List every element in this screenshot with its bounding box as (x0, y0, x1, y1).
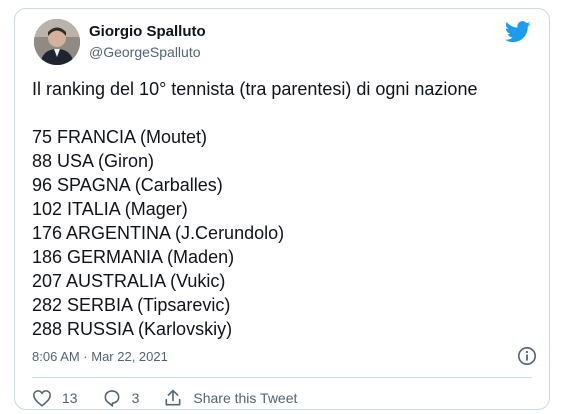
ranking-line: 186 GERMANIA (Maden) (32, 247, 235, 267)
twitter-bird-icon[interactable] (504, 21, 531, 43)
ranking-line: 75 FRANCIA (Moutet) (32, 127, 208, 147)
share-icon (165, 389, 181, 406)
reply-count: 3 (131, 390, 140, 406)
like-count: 13 (62, 390, 78, 406)
author-name[interactable]: Giorgio Spalluto (89, 23, 206, 40)
ranking-line: 207 AUSTRALIA (Vukic) (32, 271, 226, 291)
share-button[interactable]: Share this Tweet (163, 388, 297, 408)
action-bar: 13 3 Share this Tweet (32, 385, 321, 411)
tweet-card[interactable]: Giorgio Spalluto @GeorgeSpalluto Il rank… (14, 8, 550, 410)
reply-icon (104, 390, 120, 407)
reply-button[interactable]: 3 (102, 388, 140, 408)
info-icon[interactable] (517, 346, 537, 366)
ranking-line: 102 ITALIA (Mager) (32, 199, 188, 219)
ranking-line: 288 RUSSIA (Karlovskiy) (32, 319, 233, 339)
timestamp[interactable]: 8:06 AM · Mar 22, 2021 (32, 349, 168, 364)
ranking-line: 176 ARGENTINA (J.Cerundolo) (32, 223, 285, 243)
tweet-intro: Il ranking del 10° tennista (tra parente… (32, 79, 478, 99)
heart-icon (33, 390, 51, 407)
avatar[interactable] (34, 19, 80, 65)
share-label: Share this Tweet (193, 390, 298, 406)
ranking-line: 282 SERBIA (Tipsarevic) (32, 295, 231, 315)
like-button[interactable]: 13 (32, 389, 78, 407)
tweet-text: Il ranking del 10° tennista (tra parente… (32, 77, 532, 341)
divider (32, 377, 532, 378)
author-handle[interactable]: @GeorgeSpalluto (89, 44, 201, 60)
ranking-line: 88 USA (Giron) (32, 151, 155, 171)
ranking-line: 96 SPAGNA (Carballes) (32, 175, 223, 195)
